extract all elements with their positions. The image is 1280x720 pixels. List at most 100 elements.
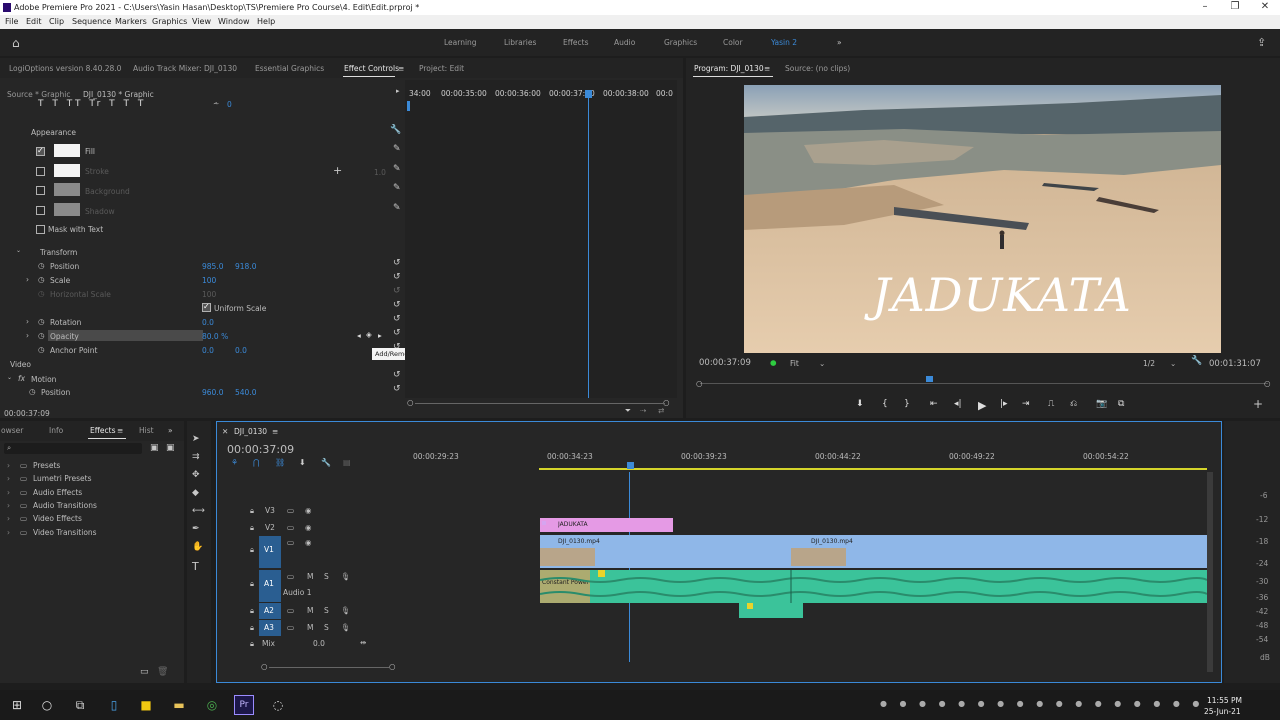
tab-effect-controls[interactable]: Effect Controls — [344, 64, 399, 73]
mask-checkbox[interactable] — [36, 225, 45, 234]
effect-controls-timecode[interactable]: 00:00:37:09 — [4, 409, 50, 418]
reset-rotation-icon[interactable]: ↺ — [393, 315, 401, 324]
anchor-x[interactable]: 0.0 — [202, 346, 214, 355]
tab-source[interactable]: Source: (no clips) — [785, 64, 850, 73]
source-label[interactable]: Source * Graphic — [7, 90, 71, 99]
mark-out-icon[interactable]: } — [904, 399, 910, 409]
add-stroke-icon[interactable]: + — [333, 165, 342, 176]
timeline-tab[interactable]: DJI_0130 — [234, 427, 267, 436]
reset-opacity-icon[interactable]: ↺ — [393, 329, 401, 338]
reset-motion-icon[interactable]: ↺ — [393, 371, 401, 380]
text-format-icons[interactable]: T T TT Tr T T T — [38, 99, 146, 109]
home-icon[interactable]: ⌂ — [12, 37, 20, 49]
reset-scale-icon[interactable]: ↺ — [393, 273, 401, 282]
workspace-audio[interactable]: Audio — [614, 38, 635, 47]
more-workspaces-icon[interactable]: » — [837, 38, 842, 47]
add-button-icon[interactable]: + — [1253, 398, 1263, 410]
rotation-twirl-icon[interactable]: › — [26, 317, 29, 326]
selection-tool-icon[interactable]: ➤ — [192, 435, 200, 444]
track-v2-header[interactable]: 🔒︎ V2 ▭ ◉ — [217, 521, 375, 535]
step-back-icon[interactable]: ◂| — [954, 399, 962, 409]
workspace-libraries[interactable]: Libraries — [504, 38, 536, 47]
chrome-icon[interactable]: ◎ — [204, 697, 220, 713]
track-v1-header[interactable]: 🔒︎ V1 ▭ ◉ — [217, 536, 375, 568]
stroke-color-swatch[interactable] — [54, 164, 80, 177]
timeline-vscroll[interactable] — [1207, 472, 1213, 672]
position-y[interactable]: 918.0 — [235, 262, 256, 271]
menu-clip[interactable]: Clip — [49, 17, 64, 26]
tree-item[interactable]: › ▭ Presets — [0, 461, 184, 473]
file-explorer-icon[interactable]: ▬ — [171, 697, 187, 713]
video-clip[interactable]: DJI_0130.mp4 — [791, 535, 1207, 568]
work-area-bar[interactable] — [539, 468, 1207, 470]
type-tool-icon[interactable]: T — [192, 561, 199, 572]
mark-in-icon[interactable]: { — [882, 399, 888, 409]
export-icon[interactable]: ⇢ — [640, 406, 646, 415]
effects-search-input[interactable]: ⌕ — [4, 443, 142, 454]
sticky-notes-icon[interactable]: ■ — [138, 697, 154, 713]
slip-tool-icon[interactable]: ⟷ — [192, 507, 205, 516]
fill-eyedropper-icon[interactable]: ✎ — [393, 145, 401, 154]
close-icon[interactable]: ✕ — [1250, 0, 1280, 15]
rotation-value[interactable]: 0.0 — [202, 318, 214, 327]
tree-item[interactable]: › ▭ Video Transitions — [0, 528, 184, 540]
timeline-settings-icon[interactable]: 🔧 — [321, 458, 331, 467]
tab-logioptions[interactable]: LogiOptions version 8.40.28.0 — [9, 64, 121, 73]
title-overlay[interactable]: JADUKATA — [872, 268, 1132, 322]
track-v3-header[interactable]: 🔒︎ V3 ▭ ◉ — [217, 504, 375, 518]
tab-media-browser[interactable]: owser — [1, 426, 23, 435]
menu-file[interactable]: File — [5, 17, 18, 26]
stroke-eyedropper-icon[interactable]: ✎ — [393, 165, 401, 174]
menu-view[interactable]: View — [192, 17, 211, 26]
captions-icon[interactable]: ▤ — [343, 458, 351, 467]
audio-clip-a2[interactable] — [739, 603, 803, 618]
program-menu-icon[interactable]: ≡ — [764, 64, 770, 73]
timeline-zoom-scroll[interactable]: ○ ○ — [257, 662, 397, 672]
graphic-clip[interactable]: JADUKATA — [540, 518, 673, 532]
track-select-tool-icon[interactable]: ⇉ — [192, 453, 200, 462]
minimize-icon[interactable]: – — [1190, 0, 1220, 15]
comparison-view-icon[interactable]: ⧉ — [1118, 399, 1124, 409]
tab-program[interactable]: Program: DJI_0130 — [694, 64, 764, 73]
workspace-effects[interactable]: Effects — [563, 38, 589, 47]
menu-window[interactable]: Window — [218, 17, 250, 26]
trash-icon[interactable]: 🗑 — [157, 668, 168, 677]
play-only-audio-icon[interactable]: ▸ — [396, 88, 400, 95]
menu-help[interactable]: Help — [257, 17, 275, 26]
clock-date[interactable]: 25-Jun-21 — [1204, 707, 1241, 716]
app-icon[interactable]: ◌ — [270, 697, 286, 713]
tree-item[interactable]: › ▭ Audio Effects — [0, 488, 184, 500]
workspace-graphics[interactable]: Graphics — [664, 38, 697, 47]
ripple-icon[interactable]: ⇄ — [658, 406, 664, 415]
pen-tool-icon[interactable]: ✒ — [192, 525, 200, 534]
program-scrubber[interactable]: ○ ○ — [696, 376, 1271, 389]
workspace-color[interactable]: Color — [723, 38, 743, 47]
add-marker-icon[interactable]: ⬇ — [299, 458, 306, 467]
tree-item[interactable]: › ▭ Video Effects — [0, 514, 184, 526]
nest-icon[interactable]: ⚘ — [231, 458, 238, 467]
tree-item[interactable]: › ▭ Audio Transitions — [0, 501, 184, 513]
fit-dropdown[interactable]: Fit — [790, 359, 799, 368]
motion-position-x[interactable]: 960.0 — [202, 388, 223, 397]
extract-icon[interactable]: ⎌ — [1070, 399, 1077, 409]
track-a1-header[interactable]: 🔒︎ A1 ▭ M S 🎙︎ Audio 1 — [217, 570, 375, 602]
mix-header[interactable]: 🔒︎ Mix 0.0 ⇹ — [217, 637, 375, 651]
motion-twirl-icon[interactable]: ⌄ — [7, 374, 12, 381]
clip-label[interactable]: DJI_0130 * Graphic — [83, 90, 154, 99]
menu-graphics[interactable]: Graphics — [152, 17, 187, 26]
reset-uniform-icon[interactable]: ↺ — [393, 301, 401, 310]
fill-checkbox[interactable]: ✓ — [36, 146, 45, 156]
new-folder-icon[interactable]: ▭ — [140, 668, 149, 677]
tab-project[interactable]: Project: Edit — [419, 64, 464, 73]
uniform-scale-checkbox[interactable]: ✓ — [202, 302, 211, 312]
tab-history[interactable]: Hist — [139, 426, 154, 435]
resolution-dropdown[interactable]: 1/2 — [1143, 359, 1155, 368]
timeline-playhead-handle[interactable] — [627, 462, 634, 469]
reset-motion-position-icon[interactable]: ↺ — [393, 385, 401, 394]
tab-essential-graphics[interactable]: Essential Graphics — [255, 64, 324, 73]
start-icon[interactable]: ⊞ — [9, 697, 25, 713]
32bit-effects-icon[interactable]: ▣ — [166, 444, 175, 453]
position-x[interactable]: 985.0 — [202, 262, 223, 271]
stopwatch-icon[interactable]: ◷ — [38, 345, 45, 354]
scale-value[interactable]: 100 — [202, 276, 216, 285]
